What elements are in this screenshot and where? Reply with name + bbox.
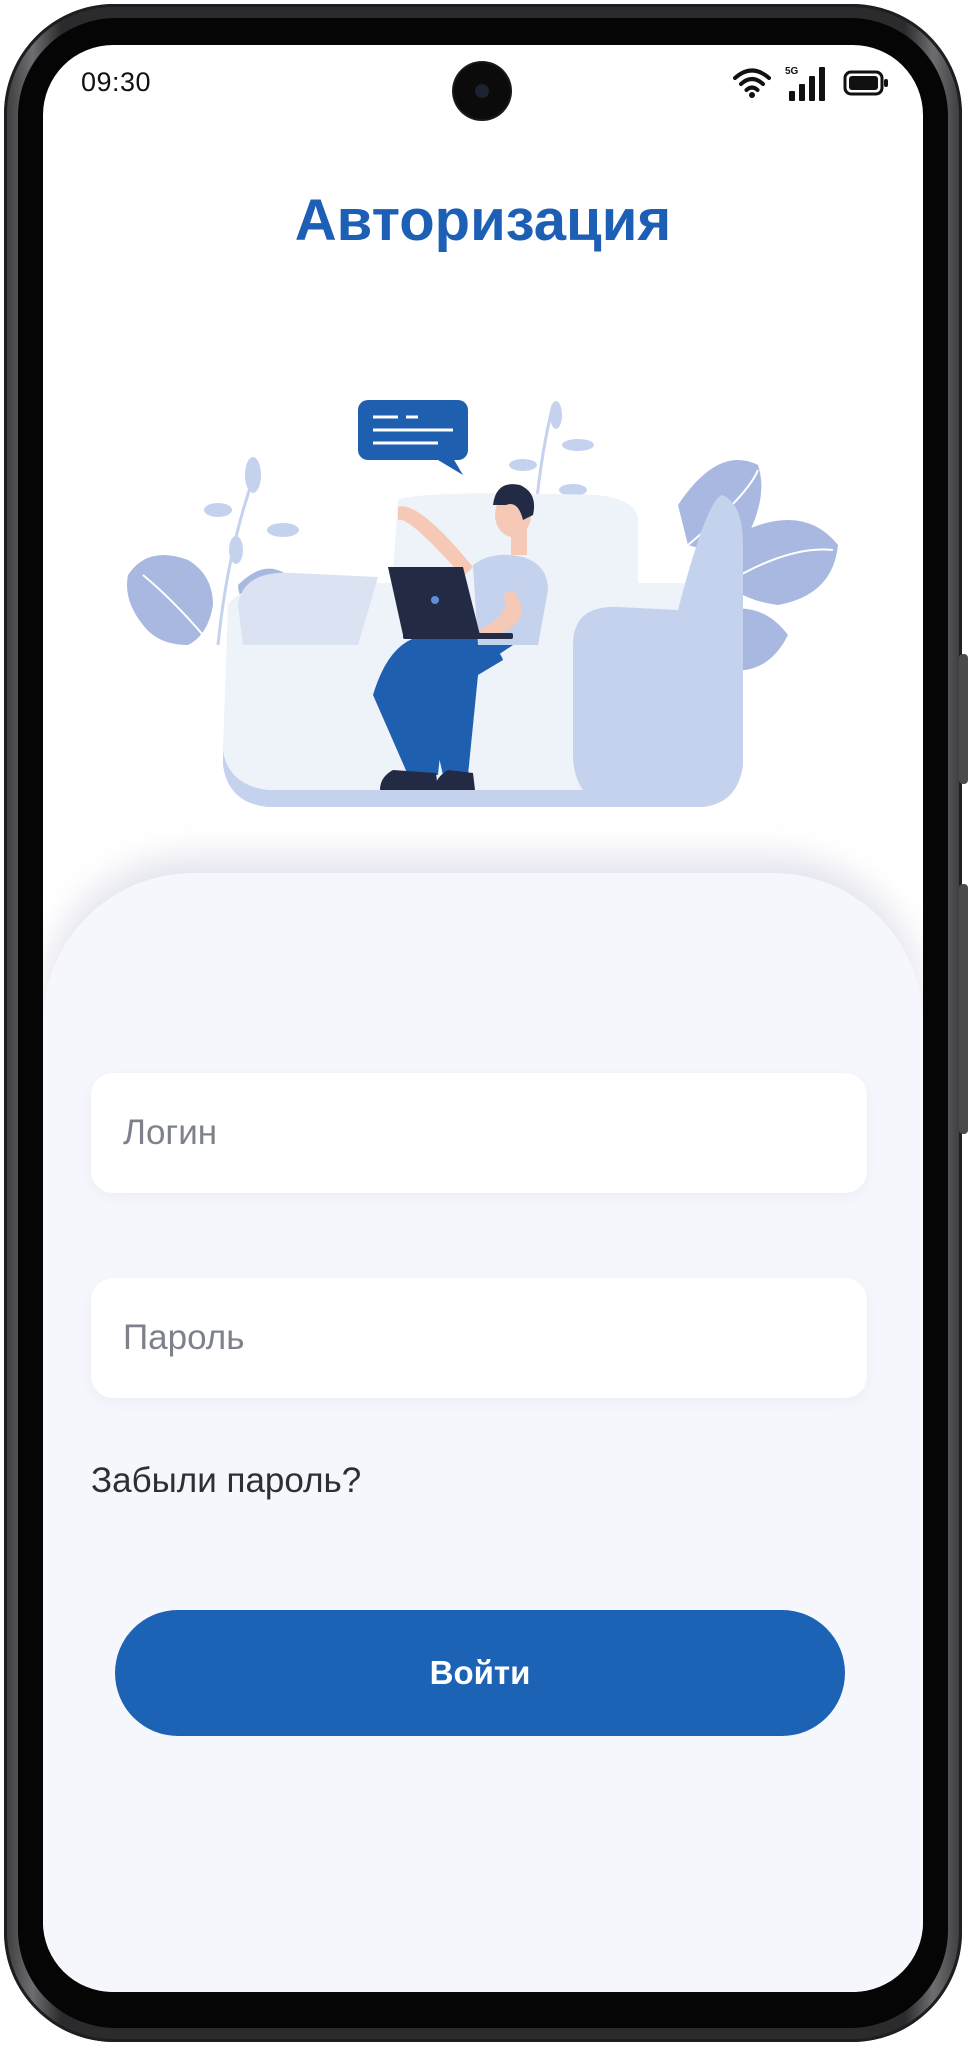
- battery-icon: [843, 70, 888, 96]
- cellular-signal-icon: 5G: [785, 66, 825, 101]
- forgot-password-link[interactable]: Забыли пароль?: [91, 1461, 361, 1501]
- login-input[interactable]: [91, 1113, 867, 1153]
- password-input[interactable]: [91, 1318, 867, 1358]
- app-screen: 09:30 5G Авторизация Логин Забыли пароль…: [43, 45, 923, 1992]
- wifi-icon: [733, 68, 771, 98]
- volume-button: [959, 654, 968, 784]
- password-field-container: [91, 1278, 867, 1398]
- page-title: Авторизация: [294, 188, 672, 253]
- man-with-laptop-illustration: [127, 400, 838, 807]
- login-card: Забыли пароль? Войти: [43, 873, 923, 1992]
- status-time: 09:30: [81, 67, 152, 97]
- login-button[interactable]: Войти: [115, 1610, 845, 1736]
- front-camera: [454, 63, 510, 119]
- power-button: [959, 884, 968, 1134]
- network-type-label: 5G: [785, 66, 799, 77]
- status-icons: 5G: [733, 65, 889, 101]
- login-field-container: [91, 1073, 867, 1193]
